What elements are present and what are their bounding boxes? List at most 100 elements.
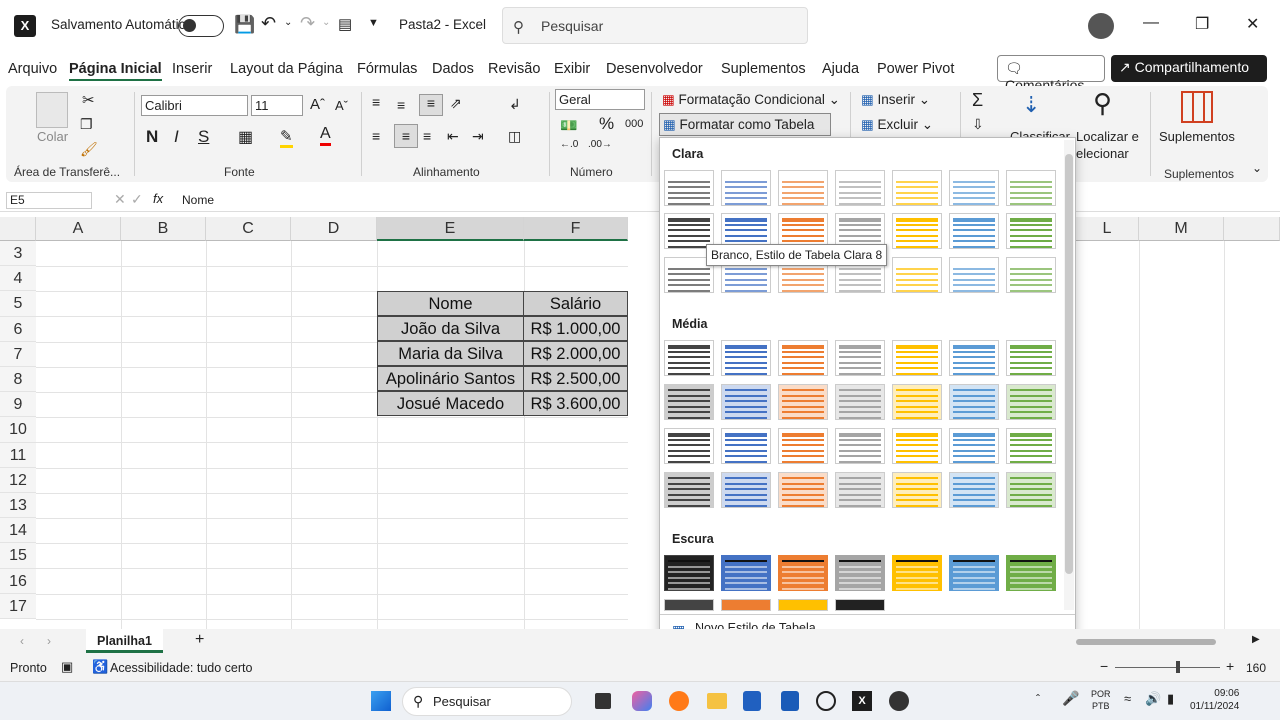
align-center-icon[interactable]: ≡ [394,124,418,148]
find-label[interactable]: Localizar e [1076,129,1139,144]
table-style-swatch[interactable] [949,340,999,376]
row-header[interactable]: 4 [0,266,36,292]
autosave-toggle[interactable] [178,15,224,37]
formula-input[interactable]: Nome [182,193,214,207]
tab-inserir[interactable]: Inserir [172,61,212,77]
row-header[interactable]: 7 [0,341,36,367]
row-header[interactable]: 16 [0,568,36,594]
table-cell[interactable]: Maria da Silva [377,341,524,367]
mic-icon[interactable]: 🎤 [1062,690,1079,707]
firefox-icon[interactable] [669,691,689,711]
table-style-swatch[interactable] [721,599,771,611]
save-icon[interactable]: 💾 [234,15,255,35]
currency-icon[interactable]: 💵 [560,117,577,134]
table-cell[interactable]: R$ 1.000,00 [523,316,628,342]
fill-color-icon[interactable]: ✎ [280,127,293,148]
avatar[interactable] [1088,13,1114,39]
table-cell[interactable]: R$ 2.000,00 [523,341,628,367]
table-cell[interactable]: Josué Macedo [377,391,524,417]
col-header-c[interactable]: C [206,217,291,241]
decrease-decimal-icon[interactable]: .00→ [588,139,612,150]
file-explorer-icon[interactable] [707,693,727,709]
font-size-select[interactable]: 11 [251,95,303,116]
excel-taskbar-icon[interactable]: X [852,691,872,711]
scroll-right-icon[interactable]: ▶ [1252,634,1260,645]
table-style-swatch[interactable] [721,170,771,206]
col-header-b[interactable]: B [121,217,206,241]
table-style-swatch[interactable] [778,340,828,376]
tab-exibir[interactable]: Exibir [554,61,590,77]
zoom-out-icon[interactable]: − [1100,658,1108,674]
row-header[interactable]: 9 [0,392,36,418]
close-icon[interactable]: ✕ [1246,14,1259,34]
tab-arquivo[interactable]: Arquivo [8,61,57,77]
tab-formulas[interactable]: Fórmulas [357,61,417,77]
percent-button[interactable]: % [599,114,614,134]
table-style-swatch[interactable] [835,472,885,508]
zoom-slider[interactable] [1115,667,1220,668]
table-style-swatch[interactable] [778,384,828,420]
find-icon[interactable]: ⚲ [1093,88,1112,119]
prev-sheet-icon[interactable]: ‹ [20,634,24,648]
tab-pagina-inicial[interactable]: Página Inicial [69,61,162,81]
insert-cells-button[interactable]: ▦ Inserir ⌄ [861,92,930,108]
align-bottom-icon[interactable]: ≡ [419,94,443,116]
table-style-swatch[interactable] [778,428,828,464]
wifi-icon[interactable]: ≈ [1124,691,1131,706]
select-all-corner[interactable] [0,217,36,241]
windows-start-icon[interactable] [371,691,391,711]
col-header-m[interactable]: M [1139,217,1224,241]
table-style-swatch[interactable] [664,599,714,611]
cut-icon[interactable]: ✂ [82,91,95,109]
row-header[interactable]: 15 [0,543,36,569]
zoom-level[interactable]: 160 [1246,661,1266,675]
taskbar-search[interactable]: ⚲ Pesquisar [402,687,572,716]
table-style-swatch[interactable] [835,170,885,206]
table-style-swatch[interactable] [664,428,714,464]
tab-power-pivot[interactable]: Power Pivot [877,61,954,77]
gallery-scrollbar[interactable] [1064,140,1074,610]
restore-icon[interactable]: ❐ [1195,14,1209,34]
horizontal-scrollbar[interactable] [1076,639,1216,645]
zoom-slider-thumb[interactable] [1176,661,1180,673]
undo-dropdown-icon[interactable]: ⌄ [284,17,292,28]
table-style-swatch[interactable] [778,555,828,591]
number-format-select[interactable]: Geral [555,89,645,110]
orientation-icon[interactable]: ⇗ [450,95,462,112]
borders-icon[interactable]: ▦ [238,127,253,147]
cancel-icon[interactable]: ✕ [114,191,126,208]
grow-font-icon[interactable]: Aˆ [310,96,325,113]
tab-suplementos[interactable]: Suplementos [721,61,806,77]
autosum-icon[interactable]: Σ [972,90,983,111]
select-label[interactable]: elecionar [1076,146,1129,161]
table-style-swatch[interactable] [949,213,999,249]
table-style-swatch[interactable] [1006,257,1056,293]
table-style-swatch[interactable] [835,384,885,420]
row-header[interactable]: 11 [0,442,36,468]
col-header-a[interactable]: A [36,217,121,241]
zoom-in-icon[interactable]: + [1226,658,1234,674]
copy-icon[interactable]: ❐ [80,116,93,133]
format-painter-icon[interactable]: 🖌 [80,141,98,158]
row-header[interactable]: 5 [0,291,36,317]
delete-cells-button[interactable]: ▦ Excluir ⌄ [861,117,933,133]
chatgpt-icon[interactable] [816,691,836,711]
copilot-icon[interactable] [632,691,652,711]
row-header[interactable]: 8 [0,367,36,393]
table-style-swatch[interactable] [664,170,714,206]
shrink-font-icon[interactable]: Aˇ [335,98,348,113]
table-style-swatch[interactable] [892,384,942,420]
tab-ajuda[interactable]: Ajuda [822,61,859,77]
table-style-swatch[interactable] [721,555,771,591]
table-style-swatch[interactable] [949,384,999,420]
underline-button[interactable]: S [198,127,209,147]
row-header[interactable]: 17 [0,593,36,619]
row-header[interactable]: 12 [0,467,36,493]
table-cell[interactable]: R$ 2.500,00 [523,366,628,392]
conditional-formatting-button[interactable]: ▦ Formatação Condicional ⌄ [662,92,840,108]
customize-toolbar-icon[interactable]: ▼ [368,17,379,29]
align-top-icon[interactable]: ≡ [372,94,380,110]
table-style-swatch[interactable] [892,428,942,464]
next-sheet-icon[interactable]: › [47,634,51,648]
table-style-swatch[interactable] [892,472,942,508]
